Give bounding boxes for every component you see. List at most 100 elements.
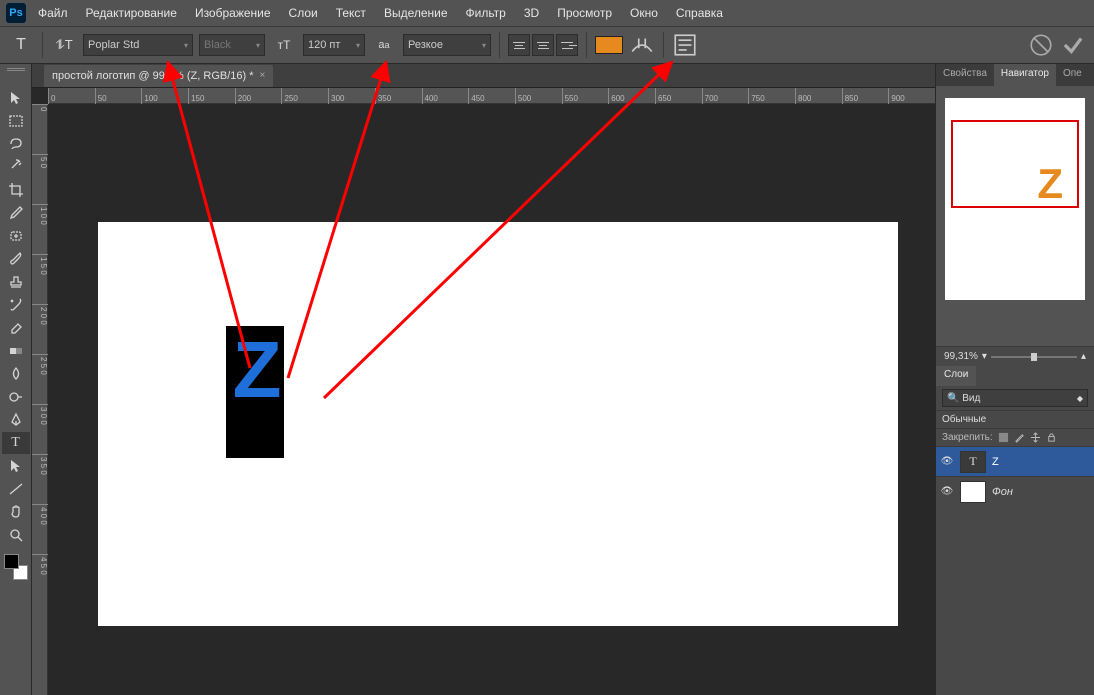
font-style-dropdown[interactable]: Black▾ [199,34,265,56]
menu-file[interactable]: Файл [38,6,68,20]
menu-window[interactable]: Окно [630,6,658,20]
document-tab-title: простой логотип @ 99,3% (Z, RGB/16) * [52,70,254,82]
brush-tool[interactable] [2,248,30,270]
menu-3d[interactable]: 3D [524,6,539,20]
magic-wand-tool[interactable] [2,156,30,178]
character-panel-button[interactable] [672,32,698,58]
layers-panel-tabs: Слои [936,366,1094,386]
hand-tool[interactable] [2,501,30,523]
tab-operations[interactable]: Опе [1056,64,1089,86]
layer-thumbnail: T [960,451,986,473]
tool-panel: T [0,64,32,695]
text-color-swatch[interactable] [595,36,623,54]
antialias-dropdown[interactable]: Резкое▾ [403,34,491,56]
panel-grip-icon[interactable] [0,64,31,74]
layer-filter-dropdown[interactable]: 🔍 Вид ◆ [942,389,1088,407]
zoom-in-icon[interactable]: ▴ [1081,351,1086,362]
shape-tool[interactable] [2,478,30,500]
move-tool[interactable] [2,87,30,109]
canvas-viewport[interactable]: Z [48,104,935,695]
marquee-tool[interactable] [2,110,30,132]
tab-layers[interactable]: Слои [936,366,976,386]
layer-name[interactable]: Z [992,456,999,468]
navigator-panel: Z [936,86,1094,346]
text-layer-content[interactable]: Z [226,326,284,410]
visibility-icon[interactable]: 👁 [940,486,954,497]
font-family-dropdown[interactable]: Poplar Std▾ [83,34,193,56]
info-panel-tabs: Свойства Навигатор Опе [936,64,1094,86]
eraser-tool[interactable] [2,317,30,339]
document-tab[interactable]: простой логотип @ 99,3% (Z, RGB/16) * × [44,65,273,87]
align-center-button[interactable] [532,34,554,56]
zoom-tool[interactable] [2,524,30,546]
lock-label: Закрепить: [942,432,993,443]
layer-name[interactable]: Фон [992,486,1013,498]
app-logo: Ps [6,3,26,23]
blend-mode-label: Обычные [942,414,986,425]
menu-layer[interactable]: Слои [289,6,318,20]
options-bar: T ⥮T Poplar Std▾ Black▾ тT 120 пт▾ aa Ре… [0,26,1094,64]
menu-select[interactable]: Выделение [384,6,448,20]
menu-text[interactable]: Текст [336,6,366,20]
lock-row: Закрепить: [936,429,1094,446]
font-style-label: Black [204,39,231,51]
eyedropper-tool[interactable] [2,202,30,224]
font-size-icon: тT [271,32,297,58]
navigator-preview-text: Z [1037,160,1061,208]
align-left-button[interactable] [508,34,530,56]
lasso-tool[interactable] [2,133,30,155]
right-panels: Свойства Навигатор Опе Z 99,31% ▾ ▴ Слои… [935,64,1094,695]
pen-tool[interactable] [2,409,30,431]
menu-filter[interactable]: Фильтр [466,6,506,20]
history-brush-tool[interactable] [2,294,30,316]
lock-brush-icon[interactable] [1014,432,1025,443]
document-tabstrip: простой логотип @ 99,3% (Z, RGB/16) * × [32,64,935,88]
blur-tool[interactable] [2,363,30,385]
layer-filter-label: Вид [962,393,980,404]
healing-tool[interactable] [2,225,30,247]
lock-all-icon[interactable] [1046,432,1057,443]
menu-image[interactable]: Изображение [195,6,271,20]
menu-view[interactable]: Просмотр [557,6,612,20]
tool-preset-icon[interactable]: T [8,32,34,58]
canvas[interactable]: Z [98,222,898,626]
layers-panel: 🔍 Вид ◆ Обычные Закрепить: 👁 T Z 👁 Фон [936,386,1094,695]
crop-tool[interactable] [2,179,30,201]
gradient-tool[interactable] [2,340,30,362]
font-size-label: 120 пт [308,39,340,51]
zoom-slider[interactable] [991,356,1077,358]
menu-edit[interactable]: Редактирование [86,6,177,20]
stamp-tool[interactable] [2,271,30,293]
lock-pixels-icon[interactable] [998,432,1009,443]
align-right-button[interactable] [556,34,578,56]
antialias-label: Резкое [408,39,443,51]
close-icon[interactable]: × [260,70,266,81]
layer-item[interactable]: 👁 Фон [936,476,1094,506]
warp-text-icon[interactable] [629,32,655,58]
layer-item[interactable]: 👁 T Z [936,446,1094,476]
fgbg-swatches[interactable] [2,552,30,582]
menu-help[interactable]: Справка [676,6,723,20]
font-family-label: Poplar Std [88,39,139,51]
visibility-icon[interactable]: 👁 [940,456,954,467]
type-tool[interactable]: T [2,432,30,454]
zoom-value: 99,31% [944,351,978,362]
navigator-thumbnail[interactable]: Z [945,98,1085,300]
lock-move-icon[interactable] [1030,432,1041,443]
vertical-ruler: 05 01 0 01 5 02 0 02 5 03 0 03 5 04 0 04… [32,104,48,695]
horizontal-ruler: 0501001502002503003504004505005506006507… [48,88,935,104]
text-orientation-toggle[interactable]: ⥮T [51,32,77,58]
commit-icon[interactable] [1060,32,1086,58]
dodge-tool[interactable] [2,386,30,408]
layer-thumbnail [960,481,986,503]
fg-color-swatch[interactable] [4,554,19,569]
zoom-out-icon[interactable]: ▾ [982,351,987,362]
font-size-dropdown[interactable]: 120 пт▾ [303,34,365,56]
navigator-zoom-bar: 99,31% ▾ ▴ [936,346,1094,366]
path-select-tool[interactable] [2,455,30,477]
document-area: простой логотип @ 99,3% (Z, RGB/16) * × … [32,64,935,695]
antialias-icon: aa [371,32,397,58]
tab-navigator[interactable]: Навигатор [994,64,1056,86]
cancel-icon[interactable] [1028,32,1054,58]
tab-properties[interactable]: Свойства [936,64,994,86]
